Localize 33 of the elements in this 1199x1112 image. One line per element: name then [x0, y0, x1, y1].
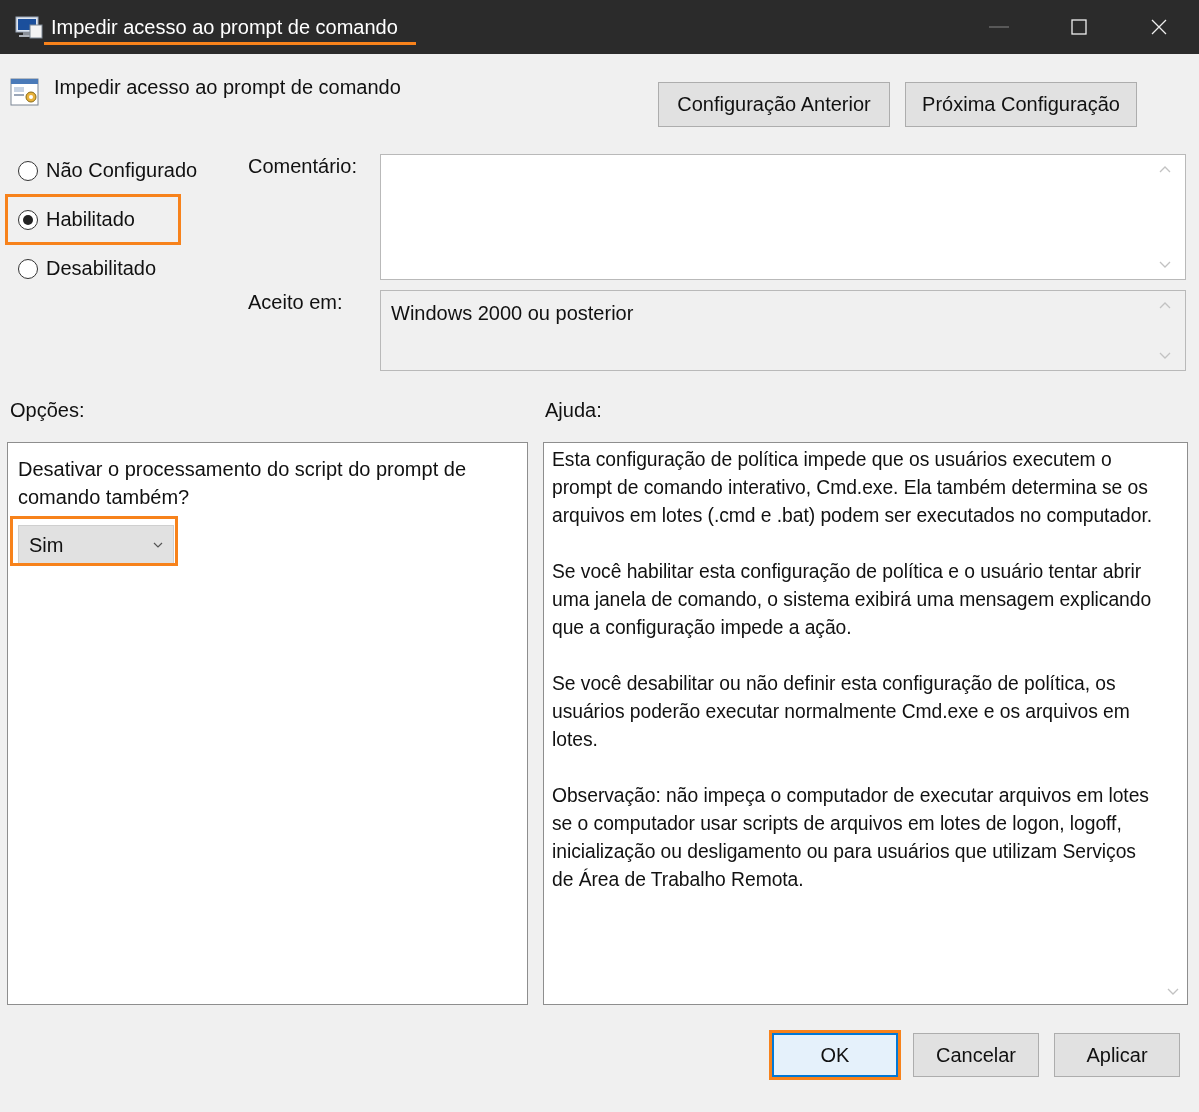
comment-field[interactable]	[380, 154, 1186, 280]
help-paragraph: Se você desabilitar ou não definir esta configuração de política, os usuários poderão executar normalmente Cmd.exe e os arquivos em lotes.	[552, 672, 1131, 752]
comment-label: Comentário:	[248, 154, 358, 179]
help-label: Ajuda:	[545, 399, 602, 423]
app-icon	[15, 15, 43, 39]
options-label: Opções:	[10, 399, 86, 423]
help-paragraph: Se você habilitar esta configuração de política e o usuário tentar abrir uma janela de comando, o sistema exibirá uma mensagem explicando que a configuração impede a ação.	[552, 560, 1153, 640]
help-paragraph: Esta configuração de política impede que os usuários executem o prompt de comando interativo, Cmd.exe. Ela também determina se os arquivos em lotes (.cmd e .bat) podem ser executados no computador.	[552, 448, 1154, 528]
radio-label[interactable]: Habilitado	[46, 208, 135, 231]
dropdown[interactable]: Sim	[18, 525, 174, 565]
radio-button[interactable]	[18, 209, 38, 230]
option-label: Desativar o processamento do script do prompt de comando também?	[18, 457, 467, 510]
supported-label: Aceito em:	[248, 290, 344, 315]
previous-setting-button[interactable]: Configuração Anterior	[658, 82, 890, 127]
scroll-down-icon[interactable]	[1159, 351, 1171, 360]
radio-button[interactable]	[18, 160, 38, 181]
cancel-button[interactable]: Cancelar	[913, 1033, 1039, 1077]
radio-label[interactable]: Desabilitado	[46, 257, 157, 280]
policy-title: Impedir acesso ao prompt de comando	[54, 76, 401, 99]
window-title: Impedir acesso ao prompt de comando	[50, 15, 399, 39]
policy-icon	[10, 77, 40, 107]
scroll-down-icon[interactable]	[1159, 260, 1171, 269]
scroll-up-icon[interactable]	[1159, 301, 1171, 310]
radio-button[interactable]	[18, 258, 38, 279]
next-setting-button[interactable]: Próxima Configuração	[905, 82, 1137, 127]
supported-value: Windows 2000 ou posterior	[390, 301, 634, 326]
chevron-down-icon	[153, 541, 163, 549]
help-paragraph: Observação: não impeça o computador de executar arquivos em lotes se o computador usar scripts de arquivos em lotes de logon, logoff, inicialização ou desligamento ou para usuários que utilizam Serviços de Área de Trabalho Remota.	[552, 784, 1150, 892]
radio-label[interactable]: Não Configurado	[46, 159, 198, 182]
scroll-down-icon[interactable]	[1167, 987, 1179, 996]
ok-button[interactable]: OK	[772, 1033, 898, 1077]
apply-button[interactable]: Aplicar	[1054, 1033, 1180, 1077]
scroll-up-icon[interactable]	[1159, 165, 1171, 174]
